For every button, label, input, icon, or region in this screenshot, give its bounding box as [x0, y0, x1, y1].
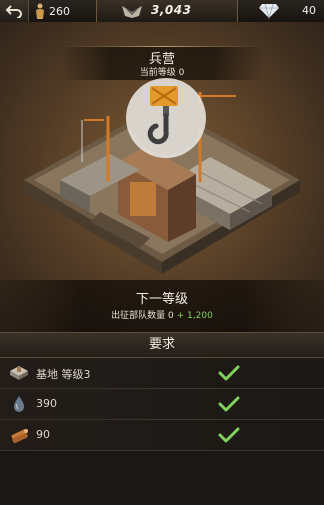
stat-label: 出征部队数量 [111, 311, 166, 321]
building-scene: 兵营 当前等级 0 下一等级 出征部队数量 0 + 1,200 [0, 22, 324, 332]
checkmark-icon [218, 365, 240, 381]
population-counter[interactable]: 260 [34, 0, 70, 22]
oil-drop-icon [14, 396, 24, 412]
stat-value: 0 [168, 311, 174, 321]
soldier-icon [36, 3, 44, 19]
construction-hook-icon [126, 78, 206, 158]
next-level-panel: 下一等级 出征部队数量 0 + 1,200 [0, 280, 324, 332]
requirements-header: 要求 [0, 332, 324, 358]
stat-increase: + 1,200 [176, 311, 213, 321]
requirement-row-base[interactable]: 基地 等级3 [0, 358, 324, 389]
requirement-label: 90 [36, 428, 50, 441]
checkmark-icon [218, 396, 240, 412]
population-value: 260 [49, 4, 70, 18]
back-arrow-icon [5, 5, 22, 18]
back-button[interactable] [0, 0, 29, 22]
power-counter[interactable]: 3,043 [96, 0, 238, 22]
checkmark-icon [218, 427, 240, 443]
wood-icon [11, 429, 28, 444]
next-level-title: 下一等级 [135, 292, 188, 307]
resource-bar: 260 3,043 40 [0, 0, 324, 23]
power-value: 3,043 [151, 3, 192, 17]
requirement-row-wood[interactable]: 90 [0, 420, 324, 451]
requirements-list: 基地 等级3 390 90 [0, 358, 324, 451]
power-emblem-icon [122, 6, 142, 18]
bottom-panel [0, 460, 324, 505]
base-icon [10, 366, 28, 380]
requirement-label: 基地 等级3 [36, 368, 91, 381]
diamond-icon [259, 3, 279, 19]
requirement-label: 390 [36, 397, 57, 410]
requirement-row-oil[interactable]: 390 [0, 389, 324, 420]
next-level-stat: 出征部队数量 0 + 1,200 [0, 308, 324, 321]
diamond-value: 40 [302, 4, 316, 17]
